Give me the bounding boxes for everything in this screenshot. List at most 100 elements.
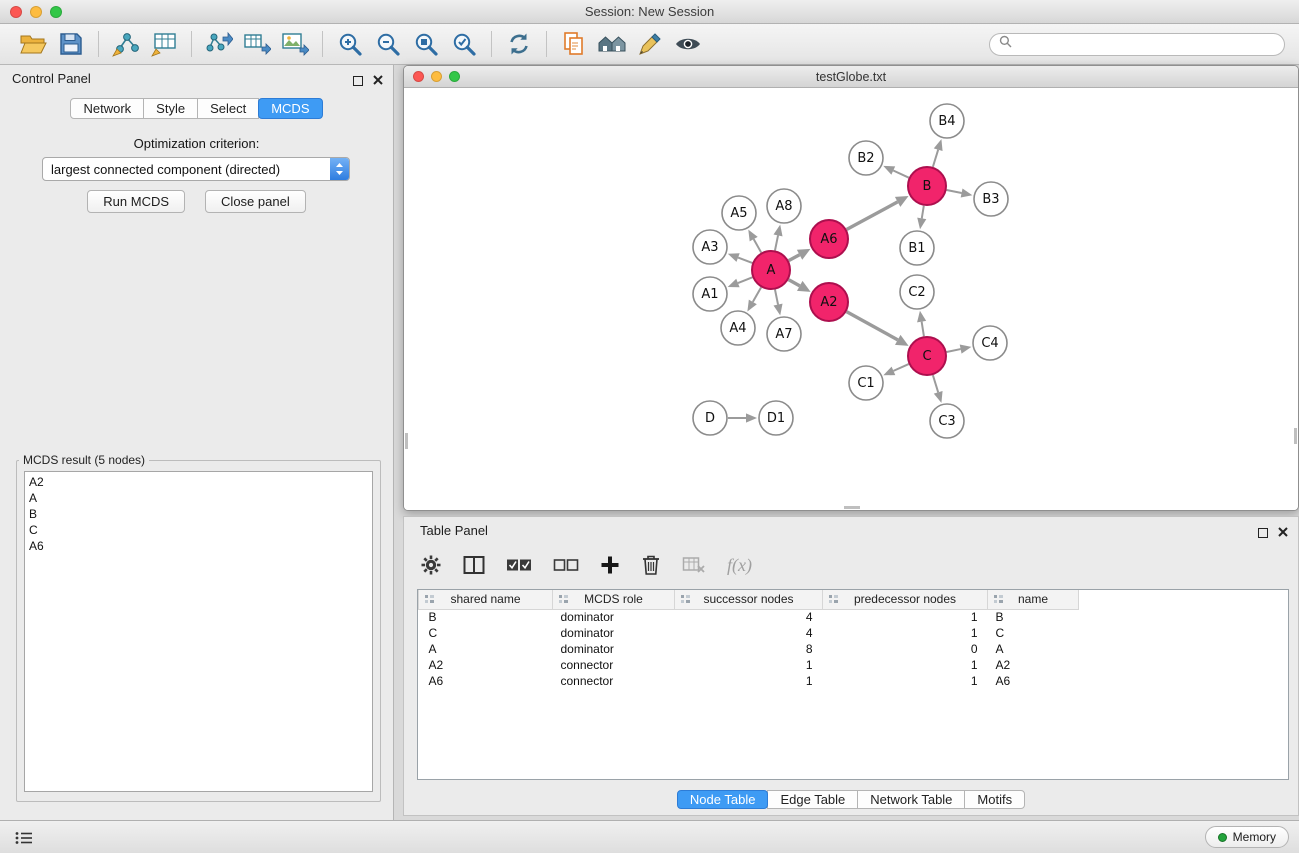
table-cell[interactable]: 1 bbox=[823, 609, 988, 625]
graph-edge-B-B1[interactable] bbox=[917, 206, 926, 229]
graph-node-A3[interactable]: A3 bbox=[693, 230, 727, 264]
table-tab-node-table[interactable]: Node Table bbox=[677, 790, 769, 809]
graph-node-D[interactable]: D bbox=[693, 401, 727, 435]
minimize-window-button[interactable] bbox=[30, 6, 42, 18]
table-cell[interactable]: connector bbox=[553, 673, 675, 689]
zoom-network-window-button[interactable] bbox=[449, 71, 460, 82]
table-cell[interactable]: A6 bbox=[419, 673, 553, 689]
graph-node-A6[interactable]: A6 bbox=[810, 220, 848, 258]
zoom-fit-icon[interactable] bbox=[407, 28, 445, 60]
table-cell[interactable]: 4 bbox=[675, 625, 823, 641]
graph-edge-B-B2[interactable] bbox=[883, 166, 909, 178]
table-row[interactable]: A6connector11A6 bbox=[419, 673, 1079, 689]
column-header-shared-name[interactable]: shared name bbox=[419, 590, 553, 609]
graph-edge-A-A1[interactable] bbox=[728, 277, 753, 287]
table-cell[interactable]: A2 bbox=[988, 657, 1079, 673]
graph-node-C3[interactable]: C3 bbox=[930, 404, 964, 438]
graph-node-D1[interactable]: D1 bbox=[759, 401, 793, 435]
table-settings-icon[interactable] bbox=[420, 550, 442, 580]
zoom-selected-icon[interactable] bbox=[445, 28, 483, 60]
graph-edge-B-B4[interactable] bbox=[933, 139, 943, 167]
minimize-network-window-button[interactable] bbox=[431, 71, 442, 82]
graph-edge-A-A3[interactable] bbox=[728, 253, 753, 263]
import-network-icon[interactable] bbox=[107, 28, 145, 60]
table-cell[interactable]: dominator bbox=[553, 609, 675, 625]
optimization-criterion-dropdown[interactable]: largest connected component (directed) bbox=[42, 157, 350, 181]
graph-edge-A-A8[interactable] bbox=[774, 225, 783, 251]
select-all-icon[interactable] bbox=[506, 550, 532, 580]
graph-edge-A-A2[interactable] bbox=[789, 280, 811, 292]
export-image-icon[interactable] bbox=[276, 28, 314, 60]
table-cell[interactable]: A6 bbox=[988, 673, 1079, 689]
table-cell[interactable]: 4 bbox=[675, 609, 823, 625]
tab-network[interactable]: Network bbox=[70, 98, 144, 119]
graph-node-C4[interactable]: C4 bbox=[973, 326, 1007, 360]
table-cell[interactable]: dominator bbox=[553, 625, 675, 641]
tab-mcds[interactable]: MCDS bbox=[258, 98, 322, 119]
graph-node-C2[interactable]: C2 bbox=[900, 275, 934, 309]
graph-node-A5[interactable]: A5 bbox=[722, 196, 756, 230]
graph-node-A1[interactable]: A1 bbox=[693, 277, 727, 311]
graph-edge-A-A5[interactable] bbox=[748, 230, 761, 253]
zoom-window-button[interactable] bbox=[50, 6, 62, 18]
import-table-icon[interactable] bbox=[145, 28, 183, 60]
home-views-icon[interactable] bbox=[593, 28, 631, 60]
column-header-predecessor-nodes[interactable]: predecessor nodes bbox=[823, 590, 988, 609]
table-cell[interactable]: 1 bbox=[823, 657, 988, 673]
table-cell[interactable]: 1 bbox=[823, 673, 988, 689]
table-row[interactable]: A2connector11A2 bbox=[419, 657, 1079, 673]
graph-node-B[interactable]: B bbox=[908, 167, 946, 205]
add-column-icon[interactable] bbox=[600, 550, 620, 580]
float-panel-icon[interactable] bbox=[1258, 528, 1268, 538]
table-cell[interactable]: A bbox=[988, 641, 1079, 657]
table-cell[interactable]: C bbox=[419, 625, 553, 641]
scrollbar-nub[interactable] bbox=[844, 506, 860, 509]
zoom-out-icon[interactable] bbox=[369, 28, 407, 60]
column-header-name[interactable]: name bbox=[988, 590, 1079, 609]
graph-edge-A-A6[interactable] bbox=[789, 249, 811, 261]
scrollbar-nub[interactable] bbox=[1294, 428, 1297, 444]
copy-document-icon[interactable] bbox=[555, 28, 593, 60]
graph-node-A[interactable]: A bbox=[752, 251, 790, 289]
table-cell[interactable]: B bbox=[988, 609, 1079, 625]
graph-node-B3[interactable]: B3 bbox=[974, 182, 1008, 216]
run-mcds-button[interactable]: Run MCDS bbox=[87, 190, 185, 213]
graph-node-B4[interactable]: B4 bbox=[930, 104, 964, 138]
tab-select[interactable]: Select bbox=[197, 98, 259, 119]
graph-edge-C-C2[interactable] bbox=[917, 311, 926, 336]
export-table-icon[interactable] bbox=[238, 28, 276, 60]
apply-function-icon[interactable]: f(x) bbox=[727, 550, 752, 580]
close-panel-button[interactable]: Close panel bbox=[205, 190, 306, 213]
graph-edge-B-B3[interactable] bbox=[947, 189, 973, 198]
split-panel-icon[interactable] bbox=[463, 550, 485, 580]
save-session-icon[interactable] bbox=[52, 28, 90, 60]
graph-node-B2[interactable]: B2 bbox=[849, 141, 883, 175]
refresh-layout-icon[interactable] bbox=[500, 28, 538, 60]
table-cell[interactable]: connector bbox=[553, 657, 675, 673]
export-network-icon[interactable] bbox=[200, 28, 238, 60]
table-cell[interactable]: 8 bbox=[675, 641, 823, 657]
float-panel-icon[interactable] bbox=[353, 76, 363, 86]
scrollbar-nub[interactable] bbox=[405, 433, 408, 449]
table-tab-motifs[interactable]: Motifs bbox=[964, 790, 1025, 809]
table-tab-network-table[interactable]: Network Table bbox=[857, 790, 965, 809]
graph-edge-C-C1[interactable] bbox=[883, 364, 908, 375]
memory-button[interactable]: Memory bbox=[1205, 826, 1289, 848]
graph-edge-D-D1[interactable] bbox=[728, 413, 757, 422]
tab-style[interactable]: Style bbox=[143, 98, 198, 119]
delete-column-icon[interactable] bbox=[641, 550, 661, 580]
table-cell[interactable]: A bbox=[419, 641, 553, 657]
zoom-in-icon[interactable] bbox=[331, 28, 369, 60]
close-panel-icon[interactable] bbox=[373, 72, 383, 90]
close-window-button[interactable] bbox=[10, 6, 22, 18]
search-input[interactable] bbox=[1017, 37, 1275, 51]
network-window-titlebar[interactable]: testGlobe.txt bbox=[404, 66, 1298, 88]
style-tools-icon[interactable] bbox=[631, 28, 669, 60]
close-panel-icon[interactable] bbox=[1278, 524, 1288, 542]
table-cell[interactable]: C bbox=[988, 625, 1079, 641]
table-row[interactable]: Bdominator41B bbox=[419, 609, 1079, 625]
table-cell[interactable]: B bbox=[419, 609, 553, 625]
graph-node-B1[interactable]: B1 bbox=[900, 231, 934, 265]
close-network-window-button[interactable] bbox=[413, 71, 424, 82]
table-row[interactable]: Cdominator41C bbox=[419, 625, 1079, 641]
